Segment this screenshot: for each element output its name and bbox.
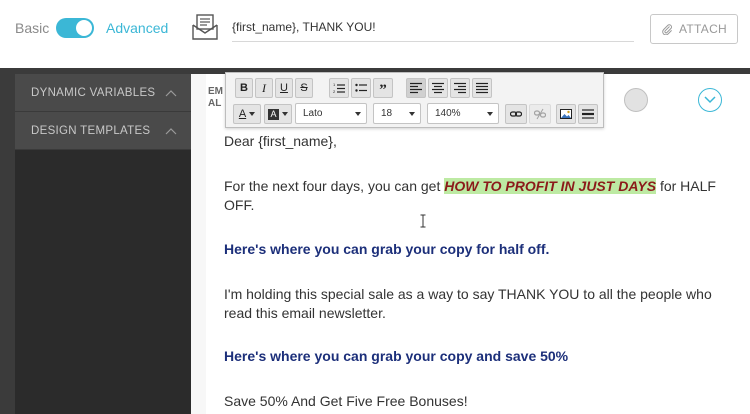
italic-button[interactable]: I [255, 78, 273, 98]
font-color-button[interactable]: A [233, 104, 261, 124]
collapse-button[interactable] [698, 88, 722, 112]
editor-hidden-label: EM AL [208, 86, 223, 110]
email-greeting: Dear {first_name}, [224, 133, 337, 149]
underline-button[interactable]: U [275, 78, 293, 98]
align-right-icon [454, 82, 466, 94]
email-link-half-off[interactable]: Here's where you can grab your copy for … [224, 240, 549, 259]
paragraph-text: for HALF [656, 178, 716, 194]
svg-text:1: 1 [333, 82, 336, 87]
mode-advanced-label[interactable]: Advanced [106, 20, 168, 36]
unlink-icon [534, 108, 546, 120]
horizontal-rule-button[interactable] [578, 104, 598, 124]
sidebar-section-label: DYNAMIC VARIABLES [31, 86, 156, 99]
align-left-icon [410, 82, 422, 94]
paperclip-icon [662, 24, 672, 35]
attach-button[interactable]: ATTACH [650, 14, 738, 44]
font-family-select[interactable]: Lato [295, 103, 367, 124]
caret-icon [281, 112, 288, 116]
sidebar-section-dynamic-variables[interactable]: DYNAMIC VARIABLES [15, 74, 191, 112]
bullet-list-icon [355, 83, 367, 92]
align-right-button[interactable] [450, 78, 470, 98]
email-link-save-50[interactable]: Here's where you can grab your copy and … [224, 347, 568, 366]
chevron-up-icon [165, 127, 177, 134]
label-line: AL [208, 98, 222, 109]
unlink-button[interactable] [529, 104, 551, 124]
bold-button[interactable]: B [235, 78, 253, 98]
caret-icon [355, 111, 361, 116]
mode-toggle[interactable] [56, 18, 94, 38]
strikethrough-button[interactable]: S [295, 78, 313, 98]
text-cursor-icon [420, 214, 426, 228]
bullet-list-button[interactable] [351, 78, 371, 98]
align-left-button[interactable] [406, 78, 426, 98]
caret-icon [249, 112, 256, 116]
quote-icon: ” [379, 82, 387, 98]
align-justify-icon [476, 82, 488, 94]
ordered-list-button[interactable]: 12 [329, 78, 349, 98]
ordered-list-icon: 12 [333, 82, 345, 94]
align-center-button[interactable] [428, 78, 448, 98]
label-line: EM [208, 86, 223, 97]
font-size-value: 18 [381, 108, 393, 119]
align-center-icon [432, 82, 444, 94]
subject-input[interactable] [232, 12, 634, 42]
font-size-select[interactable]: 18 [373, 103, 421, 124]
top-bar: Basic Advanced ATTACH [0, 0, 750, 68]
svg-text:2: 2 [333, 89, 336, 94]
background-color-icon: A [268, 108, 279, 120]
email-paragraph-1: For the next four days, you can get HOW … [224, 177, 716, 196]
attach-label: ATTACH [678, 22, 728, 36]
highlighted-product-title: HOW TO PROFIT IN JUST DAYS [444, 178, 657, 194]
align-justify-button[interactable] [472, 78, 492, 98]
sidebar-edge [0, 68, 15, 414]
toggle-knob [76, 20, 92, 36]
color-swatch-circle[interactable] [624, 88, 648, 112]
formatting-toolbar: B I U S 12 ” A A Lato 18 140% [225, 72, 604, 128]
email-paragraph-1-line-2: OFF. [224, 197, 255, 213]
email-paragraph-3: Save 50% And Get Five Free Bonuses! [224, 393, 468, 409]
font-color-icon: A [238, 108, 247, 120]
line-height-value: 140% [435, 108, 461, 119]
link-icon [510, 111, 522, 117]
envelope-letter-icon [192, 14, 218, 40]
email-paragraph-2-line-2: read this email newsletter. [224, 305, 386, 321]
blockquote-button[interactable]: ” [373, 78, 393, 98]
paragraph-text: For the next four days, you can get [224, 178, 445, 194]
chevron-up-icon [165, 89, 177, 96]
insert-link-button[interactable] [505, 104, 527, 124]
sidebar-section-design-templates[interactable]: DESIGN TEMPLATES [15, 112, 191, 150]
mode-basic-label[interactable]: Basic [15, 20, 49, 36]
font-family-value: Lato [303, 108, 323, 119]
caret-icon [409, 111, 415, 116]
insert-image-button[interactable] [556, 104, 576, 124]
line-height-select[interactable]: 140% [427, 103, 499, 124]
email-paragraph-2: I'm holding this special sale as a way t… [224, 286, 712, 302]
image-icon [560, 109, 572, 119]
chevron-down-icon [704, 96, 716, 104]
horizontal-rule-icon [582, 109, 594, 119]
caret-icon [487, 111, 493, 116]
sidebar-section-label: DESIGN TEMPLATES [31, 124, 151, 137]
sidebar: DYNAMIC VARIABLES DESIGN TEMPLATES [15, 74, 191, 414]
background-color-button[interactable]: A [264, 104, 292, 124]
